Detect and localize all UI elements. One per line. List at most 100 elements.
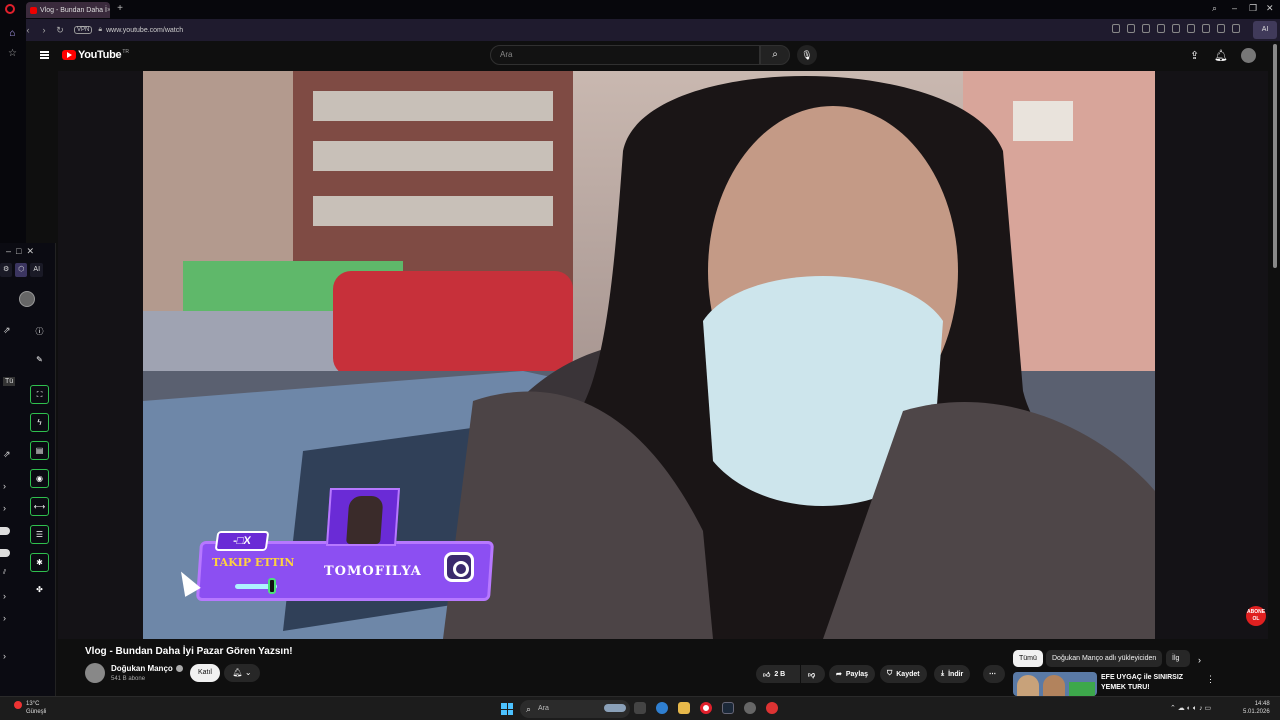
upload-icon[interactable]: ⇪ — [1190, 49, 1199, 62]
download-button[interactable]: ⤓ İndir — [934, 665, 971, 683]
instagram-follow-overlay: -□X TAKIP ETTIN TOMOFILYA — [195, 488, 496, 606]
subscribe-watermark[interactable]: ABONE OL — [1246, 606, 1266, 626]
camera-icon[interactable] — [1127, 24, 1135, 33]
star-icon[interactable]: ☆ — [6, 47, 19, 60]
like-count: 2 B — [774, 670, 786, 678]
reload-icon[interactable]: ↻ — [52, 25, 68, 36]
voice-search-icon[interactable]: 🎙︎ — [797, 45, 817, 65]
start-button-icon[interactable] — [501, 703, 513, 715]
search-input[interactable]: Ara — [490, 45, 760, 65]
opera-logo-icon[interactable] — [5, 4, 15, 14]
app-icon[interactable] — [766, 702, 778, 714]
panel-share-icon-2[interactable]: ⇗ — [3, 449, 11, 460]
maximize-icon[interactable]: ❐ — [1249, 3, 1257, 14]
home-icon[interactable]: ⌂ — [6, 27, 19, 40]
heart-icon[interactable] — [1172, 24, 1180, 33]
dislike-button[interactable]: 👎︎ — [801, 665, 825, 683]
opera-icon[interactable] — [700, 702, 712, 714]
account-avatar[interactable] — [1241, 48, 1256, 63]
settings-icon[interactable] — [1142, 24, 1150, 33]
forward-icon[interactable]: › — [36, 25, 52, 35]
info-icon[interactable]: ⓘ — [30, 323, 49, 342]
overlay-portrait-face — [346, 496, 384, 544]
channel-name-row[interactable]: Doğukan Manço — [111, 664, 183, 673]
screenshot-icon[interactable] — [1112, 24, 1120, 33]
panel-close-icon[interactable]: ✕ — [26, 246, 34, 257]
edge-icon[interactable] — [656, 702, 668, 714]
youtube-logo[interactable]: YouTube TR — [62, 49, 129, 61]
browser-tab[interactable]: Vlog - Bundan Daha İ × — [26, 2, 110, 18]
panel-chevron-icon-5[interactable]: › — [3, 651, 6, 661]
chip-channel-uploads[interactable]: Doğukan Manço adlı yükleyiciden — [1046, 650, 1163, 667]
menu-icon[interactable] — [40, 51, 49, 59]
cube-icon[interactable] — [1187, 24, 1195, 33]
layers-icon[interactable]: ☰ — [30, 525, 49, 544]
close-window-icon[interactable]: ✕ — [1266, 3, 1274, 14]
chips-next-icon[interactable]: › — [1198, 655, 1201, 665]
file-explorer-icon[interactable] — [678, 702, 690, 714]
player-icon[interactable] — [1157, 24, 1165, 33]
minimize-icon[interactable]: – — [1232, 3, 1237, 13]
pencil-icon[interactable]: ✎ — [30, 351, 49, 370]
task-view-icon[interactable] — [634, 702, 646, 714]
lightning-icon[interactable]: ϟ — [30, 413, 49, 432]
channel-avatar[interactable] — [85, 663, 105, 683]
panel-avatar[interactable] — [19, 291, 35, 307]
save-button[interactable]: ⛉ Kaydet — [880, 665, 927, 683]
weather-widget[interactable]: 13°C Güneşli — [10, 700, 46, 716]
like-button[interactable]: 👍︎ 2 B — [756, 665, 800, 683]
panel-chevron-icon-2[interactable]: › — [3, 503, 6, 513]
panel-chart-icon[interactable]: ⫽ — [3, 569, 6, 577]
resize-icon[interactable]: ⛶ — [30, 385, 49, 404]
join-button[interactable]: Katıl — [190, 664, 220, 682]
chip-all[interactable]: Tümü — [1013, 650, 1043, 667]
document-icon[interactable]: ▤ — [30, 441, 49, 460]
browser-search-icon[interactable]: ⌕ — [1212, 3, 1217, 14]
recommendation-title[interactable]: EFE UYGAÇ ile SINIRSIZ YEMEK TURU! — [1101, 673, 1206, 693]
panel-toggle-1[interactable] — [0, 527, 10, 535]
panel-tab-ai[interactable]: AI — [30, 263, 44, 277]
panel-chevron-icon-3[interactable]: › — [3, 591, 6, 601]
download-icon[interactable] — [1202, 24, 1210, 33]
code-icon[interactable]: ⟷ — [30, 497, 49, 516]
wrench-icon[interactable]: ✱ — [30, 553, 49, 572]
chip-related[interactable]: İlg — [1166, 650, 1190, 667]
panel-share-icon[interactable]: ⇗ — [3, 325, 11, 336]
extensions-icon[interactable] — [1232, 24, 1240, 33]
new-tab-button[interactable]: + — [114, 3, 126, 15]
puzzle-icon[interactable]: ✤ — [30, 581, 49, 600]
panel-minimize-icon[interactable]: – — [6, 246, 11, 257]
panel-chevron-icon-4[interactable]: › — [3, 613, 6, 623]
notifications-icon[interactable]: 🔔︎ — [1214, 49, 1228, 62]
search-highlight-icon — [604, 704, 626, 712]
recommendation-more-icon[interactable]: ⋮ — [1206, 674, 1215, 685]
ai-button[interactable]: AI — [1253, 21, 1277, 39]
youtube-region-code: TR — [122, 49, 129, 55]
vpn-badge[interactable]: VPN — [74, 26, 93, 34]
overlay-slider-knob — [268, 578, 276, 594]
steam-icon[interactable] — [722, 702, 734, 714]
panel-maximize-icon[interactable]: □ — [16, 246, 21, 257]
overlay-window-controls: -□X — [214, 531, 270, 551]
search-button[interactable]: ⌕ — [760, 45, 790, 65]
notification-bell-button[interactable]: 🔔︎ ⌄ — [224, 664, 260, 682]
channel-name[interactable]: Doğukan Manço — [111, 664, 173, 673]
clock[interactable]: 14:48 5.01.2026 — [1243, 700, 1270, 716]
url-field[interactable]: www.youtube.com/watch — [106, 27, 183, 34]
tab-close-icon[interactable]: × — [107, 7, 110, 14]
recommendation-thumbnail[interactable] — [1013, 672, 1097, 696]
account-icon[interactable] — [1217, 24, 1225, 33]
page-scrollbar[interactable] — [1273, 44, 1277, 268]
share-button[interactable]: ➦ Paylaş — [829, 665, 876, 683]
chat-icon[interactable]: ◉ — [30, 469, 49, 488]
lock-icon[interactable]: 🔒︎ — [98, 26, 102, 34]
panel-tab-cube-icon[interactable]: ⬡ — [15, 263, 28, 277]
system-tray[interactable]: ⌃ ☁ ◐ 🔈︎ ♪ ▭ — [1170, 704, 1211, 713]
overlay-follow-text: TAKIP ETTIN — [212, 556, 295, 569]
more-actions-button[interactable]: ⋯ — [983, 665, 1005, 683]
panel-tab-gear-icon[interactable]: ⚙ — [0, 263, 13, 277]
panel-toggle-2[interactable] — [0, 549, 10, 557]
settings-gear-icon[interactable] — [744, 702, 756, 714]
youtube-header: YouTube TR Ara ⌕ 🎙︎ ⇪ 🔔︎ — [26, 41, 1280, 71]
panel-chevron-icon-1[interactable]: › — [3, 481, 6, 491]
